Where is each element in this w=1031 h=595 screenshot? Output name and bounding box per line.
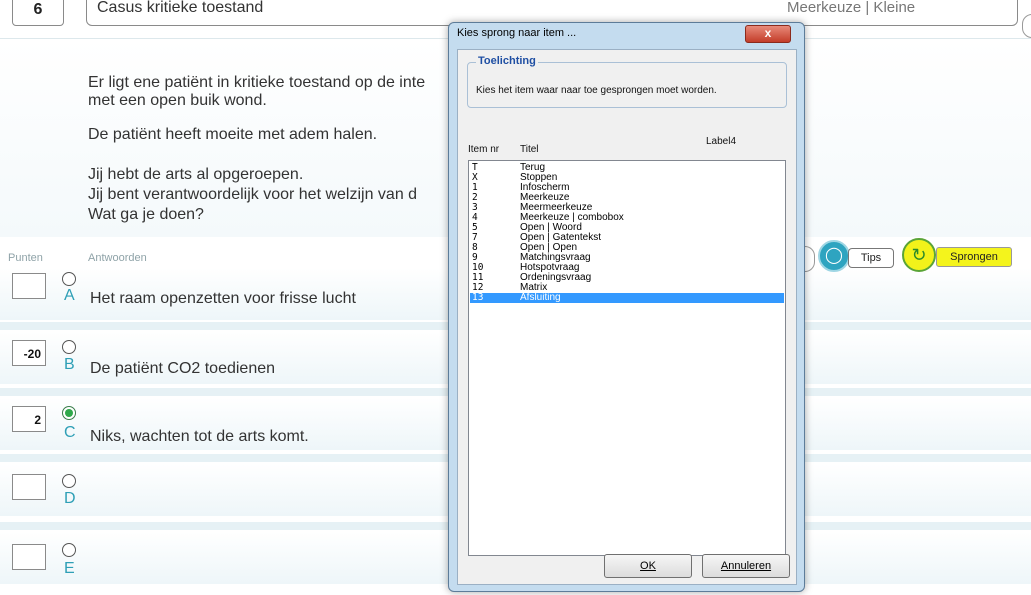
answer-letter-e: E xyxy=(64,560,75,577)
list-item[interactable]: 10 Hotspotvraag xyxy=(470,263,784,273)
answer-text-b: De patiënt CO2 toedienen xyxy=(90,360,276,377)
toelichting-group: Toelichting Kies het item waar naar toe … xyxy=(467,55,787,108)
item-listbox[interactable]: T Terug X Stoppen 1 Infoscherm 2 Meerkeuze 3 Meer… xyxy=(468,160,786,556)
points-field-c[interactable]: 2 xyxy=(12,406,46,432)
case-line: Jij hebt de arts al opgeroepen. xyxy=(88,166,304,183)
case-line: Jij bent verantwoordelijk voor het welzi… xyxy=(88,186,418,203)
case-line: Wat ga je doen? xyxy=(88,206,204,223)
answer-text-c: Niks, wachten tot de arts komt. xyxy=(90,428,309,445)
list-item-title: Afsluiting xyxy=(520,292,561,303)
jump-arrow-icon: ↻ xyxy=(902,238,936,272)
group-text: Kies het item waar naar toe gesprongen m… xyxy=(476,85,717,96)
list-item[interactable]: T Terug xyxy=(470,163,784,173)
list-item-nr: 13 xyxy=(472,292,484,303)
close-icon[interactable]: x xyxy=(745,25,791,43)
item-number-field[interactable]: 6 xyxy=(12,0,64,26)
list-item[interactable]: 9 Matchingsvraag xyxy=(470,253,784,263)
list-item[interactable]: 1 Infoscherm xyxy=(470,183,784,193)
item-type: Meerkeuze | Kleine xyxy=(787,0,916,16)
list-item[interactable]: 11 Ordeningsvraag xyxy=(470,273,784,283)
list-item[interactable]: 13 Afsluiting xyxy=(470,293,784,303)
case-line: Er ligt ene patiënt in kritieke toestand… xyxy=(88,74,426,91)
list-item[interactable]: 3 Meermeerkeuze xyxy=(470,203,784,213)
jump-dialog: Kies sprong naar item ... x Toelichting … xyxy=(448,22,805,592)
dialog-body: Toelichting Kies het item waar naar toe … xyxy=(457,49,797,585)
answer-radio-a[interactable] xyxy=(62,272,76,286)
antwoorden-column-label: Antwoorden xyxy=(88,252,147,264)
sprongen-button[interactable]: ↻ Sprongen xyxy=(902,238,1017,274)
case-line: De patiënt heeft moeite met adem halen. xyxy=(88,126,378,143)
list-item[interactable]: 5 Open | Woord xyxy=(470,223,784,233)
annuleren-label: Annuleren xyxy=(720,560,772,572)
case-line: met een open buik wond. xyxy=(88,92,267,109)
list-item[interactable]: 12 Matrix xyxy=(470,283,784,293)
list-item[interactable]: 4 Meerkeuze | combobox xyxy=(470,213,784,223)
list-item[interactable]: 8 Open | Open xyxy=(470,243,784,253)
header-scroll-knob[interactable] xyxy=(1022,14,1031,38)
item-title: Casus kritieke toestand xyxy=(97,0,264,16)
column-header-titel: Titel xyxy=(520,144,539,155)
answer-radio-e[interactable] xyxy=(62,543,76,557)
list-item[interactable]: 7 Open | Gatentekst xyxy=(470,233,784,243)
column-header-item-nr: Item nr xyxy=(468,144,500,155)
answer-letter-b: B xyxy=(64,356,75,373)
label4: Label4 xyxy=(706,136,737,147)
points-field-e[interactable] xyxy=(12,544,46,570)
ok-label: OK xyxy=(640,560,656,572)
answer-letter-a: A xyxy=(64,287,75,304)
list-item[interactable]: 2 Meerkeuze xyxy=(470,193,784,203)
answer-radio-c[interactable] xyxy=(62,406,76,420)
answer-text-a: Het raam openzetten voor frisse lucht xyxy=(90,290,356,307)
group-title: Toelichting xyxy=(476,55,538,67)
annuleren-button[interactable]: Annuleren xyxy=(702,554,790,578)
dialog-title: Kies sprong naar item ... xyxy=(457,27,577,39)
tips-button[interactable]: ◯ Tips xyxy=(818,240,898,274)
lightbulb-icon: ◯ xyxy=(818,240,850,272)
answer-letter-c: C xyxy=(64,424,76,441)
list-item[interactable]: X Stoppen xyxy=(470,173,784,183)
points-field-d[interactable] xyxy=(12,474,46,500)
answer-letter-d: D xyxy=(64,490,76,507)
points-field-a[interactable] xyxy=(12,273,46,299)
punten-column-label: Punten xyxy=(8,252,43,264)
ok-button[interactable]: OK xyxy=(604,554,692,578)
answer-radio-b[interactable] xyxy=(62,340,76,354)
answer-radio-d[interactable] xyxy=(62,474,76,488)
points-field-b[interactable]: -20 xyxy=(12,340,46,366)
sprongen-label: Sprongen xyxy=(936,247,1012,267)
tips-label: Tips xyxy=(848,248,894,268)
